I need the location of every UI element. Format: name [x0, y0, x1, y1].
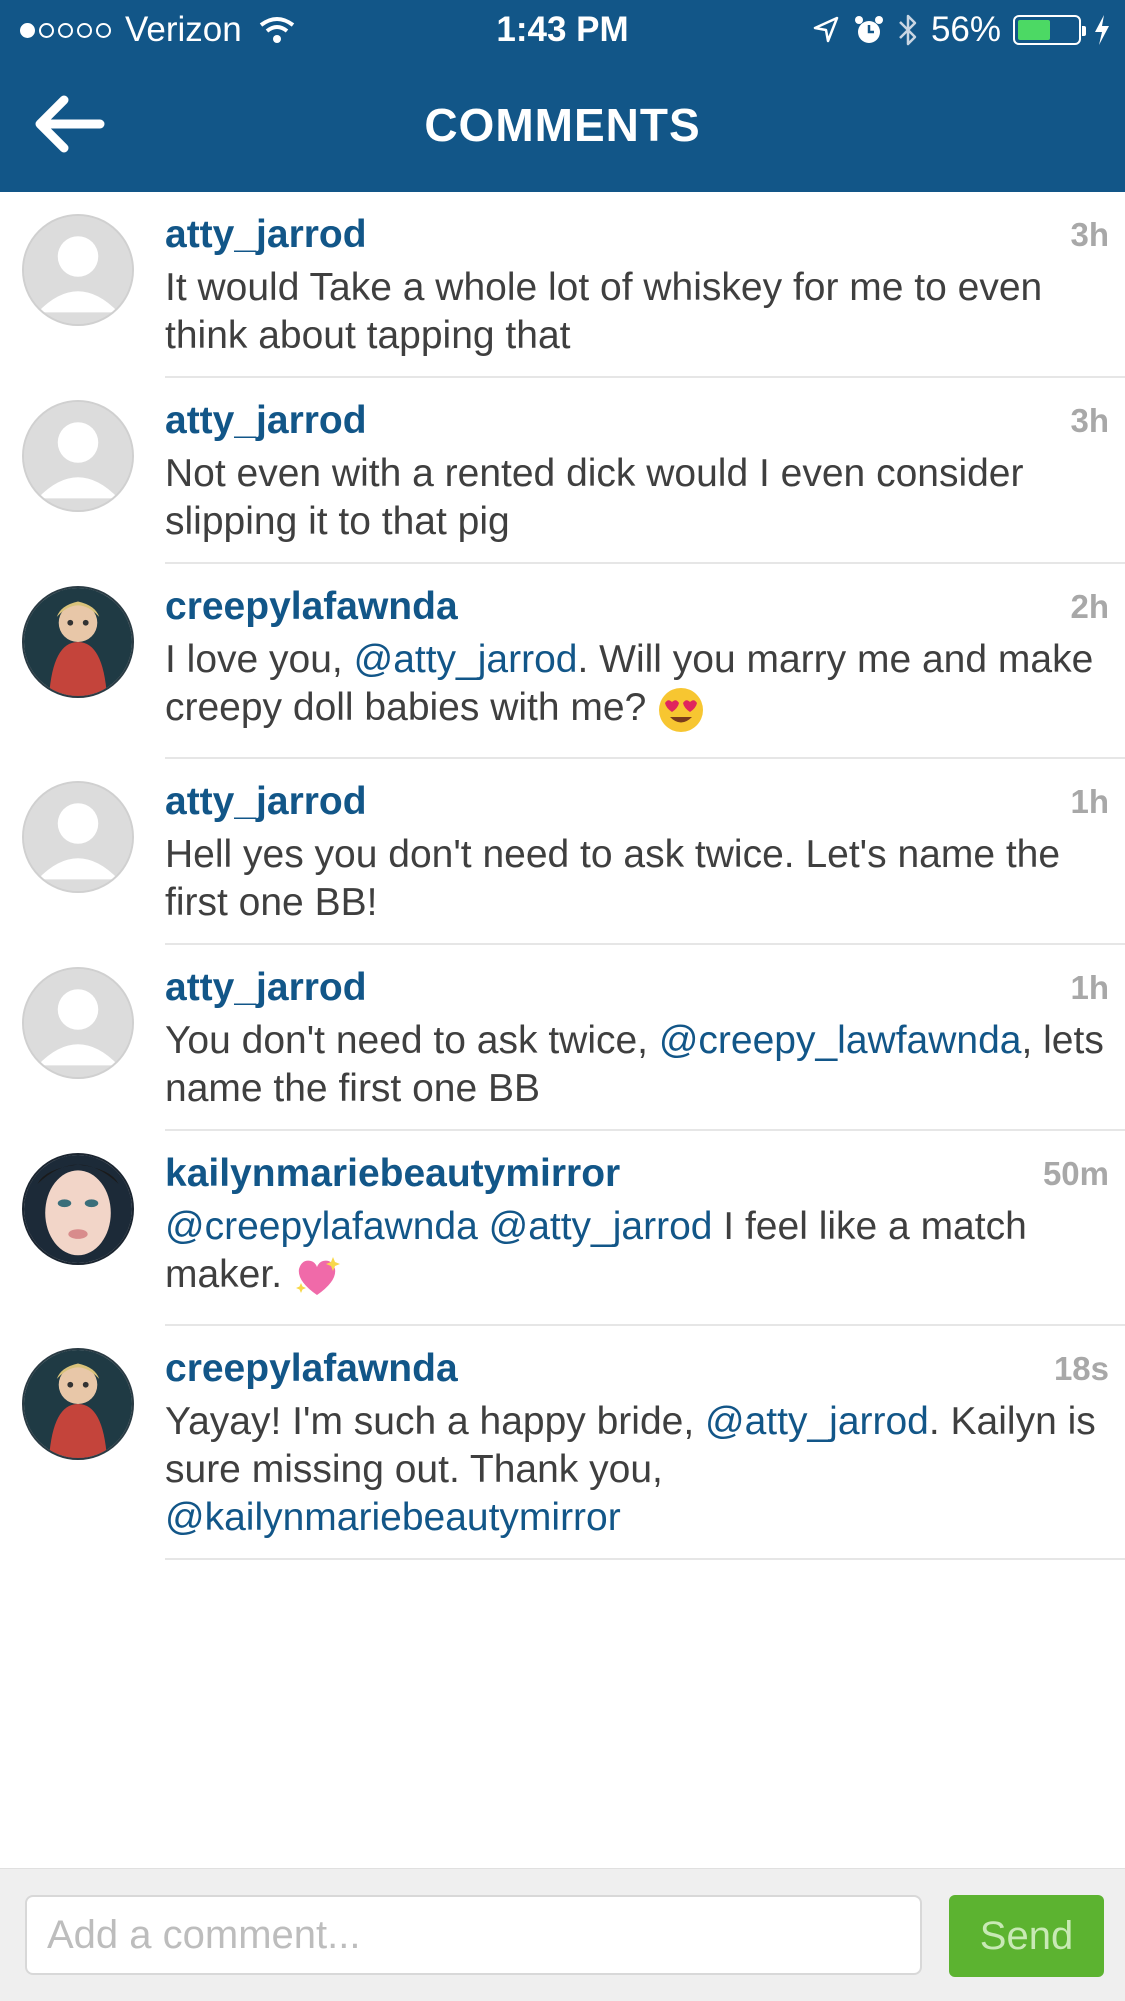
doll-photo-avatar: [24, 1350, 132, 1458]
comment-text-segment: I love you,: [165, 638, 354, 681]
comment-username[interactable]: kailynmariebeautymirror: [165, 1151, 1111, 1197]
battery-percent: 56%: [930, 10, 1001, 49]
status-bar: Verizon 1:43 PM 56%: [0, 0, 1125, 60]
divider: [165, 1558, 1125, 1560]
comment-text: It would Take a whole lot of whiskey for…: [165, 264, 1111, 360]
comment-username[interactable]: atty_jarrod: [165, 779, 1111, 825]
comment-username[interactable]: creepylafawnda: [165, 584, 1111, 630]
comment-timestamp: 50m: [1042, 1155, 1109, 1192]
comment-item: atty_jarrod 3h Not even with a rented di…: [0, 378, 1125, 564]
doll-photo-avatar: [24, 588, 132, 696]
mention-link[interactable]: @creepylafawnda: [165, 1205, 478, 1248]
location-arrow-icon: [813, 16, 839, 43]
bluetooth-icon: [899, 14, 917, 46]
nav-bar: COMMENTS: [0, 60, 1125, 192]
mention-link[interactable]: @atty_jarrod: [705, 1400, 929, 1443]
comment-item: atty_jarrod 1h Hell yes you don't need t…: [0, 759, 1125, 945]
comment-timestamp: 3h: [1070, 216, 1109, 253]
comment-item: atty_jarrod 1h You don't need to ask twi…: [0, 945, 1125, 1131]
comment-item: creepylafawnda 2h I love you, @atty_jarr…: [0, 564, 1125, 759]
battery-level-fill: [1018, 20, 1051, 40]
comment-timestamp: 3h: [1070, 402, 1109, 439]
comment-timestamp: 2h: [1070, 588, 1109, 625]
avatar[interactable]: [22, 400, 134, 512]
comment-text-segment: [478, 1205, 489, 1248]
comment-timestamp: 18s: [1053, 1350, 1109, 1387]
comment-username[interactable]: atty_jarrod: [165, 398, 1111, 444]
comment-item: kailynmariebeautymirror 50m @creepylafaw…: [0, 1131, 1125, 1326]
comment-text-segment: Yayay! I'm such a happy bride,: [165, 1400, 706, 1443]
comments-list: atty_jarrod 3h It would Take a whole lot…: [0, 192, 1125, 1560]
alarm-icon: [854, 16, 883, 43]
avatar[interactable]: [22, 781, 134, 893]
mention-link[interactable]: @creepy_lawfawnda: [659, 1019, 1022, 1062]
mention-link[interactable]: @atty_jarrod: [354, 638, 578, 681]
comment-text: Hell yes you don't need to ask twice. Le…: [165, 831, 1111, 927]
avatar[interactable]: [22, 214, 134, 326]
comment-text: You don't need to ask twice, @creepy_law…: [165, 1017, 1111, 1113]
avatar[interactable]: [22, 586, 134, 698]
avatar[interactable]: [22, 967, 134, 1079]
sparkling-heart-emoji: [295, 1256, 340, 1295]
mention-link[interactable]: @kailynmariebeautymirror: [165, 1496, 621, 1539]
page-title: COMMENTS: [424, 99, 701, 151]
comment-username[interactable]: creepylafawnda: [165, 1346, 1111, 1392]
heart-eyes-emoji: [659, 687, 704, 732]
comment-text-segment: It would Take a whole lot of whiskey for…: [165, 266, 1043, 357]
mention-link[interactable]: @atty_jarrod: [489, 1205, 713, 1248]
comment-composer: Send: [0, 1868, 1125, 2001]
comment-text-segment: Hell yes you don't need to ask twice. Le…: [165, 833, 1061, 924]
status-bar-right: 56%: [811, 10, 1111, 50]
selfie-photo-avatar: [24, 1155, 132, 1263]
comment-item: creepylafawnda 18s Yayay! I'm such a hap…: [0, 1326, 1125, 1560]
comment-input[interactable]: [25, 1895, 922, 1975]
comment-text-segment: You don't need to ask twice,: [165, 1019, 659, 1062]
send-button[interactable]: Send: [949, 1895, 1104, 1977]
comment-username[interactable]: atty_jarrod: [165, 965, 1111, 1011]
comment-username[interactable]: atty_jarrod: [165, 212, 1111, 258]
comment-text-segment: Not even with a rented dick would I even…: [165, 452, 1024, 543]
comment-text: Yayay! I'm such a happy bride, @atty_jar…: [165, 1398, 1111, 1542]
comment-text: Not even with a rented dick would I even…: [165, 450, 1111, 546]
avatar[interactable]: [22, 1348, 134, 1460]
comment-text: @creepylafawnda @atty_jarrod I feel like…: [165, 1203, 1111, 1301]
avatar[interactable]: [22, 1153, 134, 1265]
comment-item: atty_jarrod 3h It would Take a whole lot…: [0, 192, 1125, 378]
charging-bolt-icon: [1095, 15, 1109, 45]
battery-icon: [1013, 15, 1086, 45]
comment-timestamp: 1h: [1070, 969, 1109, 1006]
comment-text: I love you, @atty_jarrod. Will you marry…: [165, 636, 1111, 734]
comment-timestamp: 1h: [1070, 783, 1109, 820]
